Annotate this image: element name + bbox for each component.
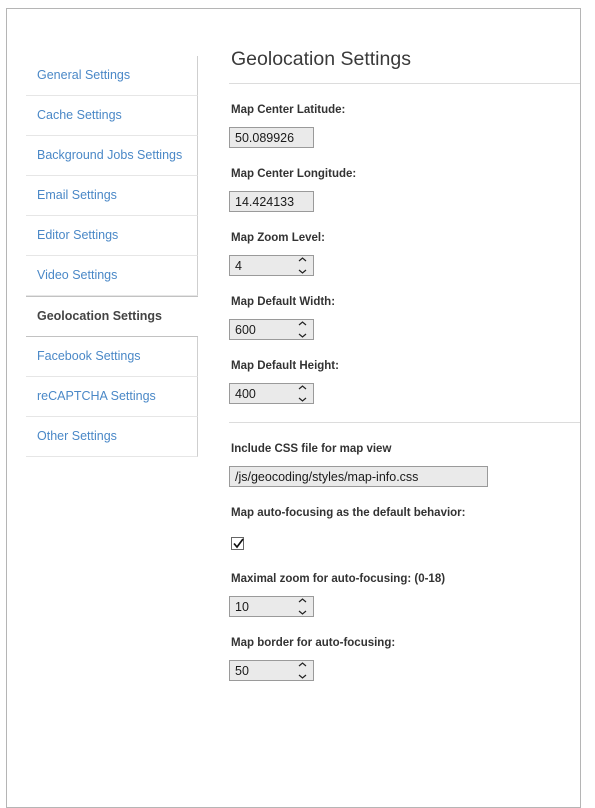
chevron-down-icon [298,397,307,402]
map-default-height-spinner[interactable] [297,385,308,402]
map-auto-focusing-label: Map auto-focusing as the default behavio… [231,507,466,519]
field-maximal-zoom: Maximal zoom for auto-focusing: (0-18) [229,553,580,617]
sidebar-item-video-settings[interactable]: Video Settings [26,256,198,296]
map-border-spinner[interactable] [297,662,308,679]
field-map-zoom-level: Map Zoom Level: [229,212,580,276]
field-map-default-width: Map Default Width: [229,276,580,340]
chevron-up-icon [298,598,307,603]
map-default-width-stepper [229,319,314,340]
map-zoom-level-spinner[interactable] [297,257,308,274]
chevron-down-icon [298,610,307,615]
map-border-stepper [229,660,314,681]
map-center-longitude-input[interactable] [229,191,314,212]
map-center-latitude-input[interactable] [229,127,314,148]
field-map-default-height: Map Default Height: [229,340,580,404]
sidebar-item-other-settings[interactable]: Other Settings [26,417,198,457]
sidebar-item-facebook-settings[interactable]: Facebook Settings [26,337,198,377]
field-map-border: Map border for auto-focusing: [229,617,580,681]
map-default-width-label: Map Default Width: [231,296,336,308]
chevron-down-icon [298,269,307,274]
map-center-latitude-label: Map Center Latitude: [231,104,346,116]
field-map-center-latitude: Map Center Latitude: [229,84,580,148]
include-css-file-label: Include CSS file for map view [231,443,392,455]
chevron-down-icon [298,333,307,338]
settings-nav-list: General Settings Cache Settings Backgrou… [26,56,198,457]
sidebar-item-recaptcha-settings[interactable]: reCAPTCHA Settings [26,377,198,417]
map-auto-focusing-checkbox[interactable] [231,537,244,551]
map-default-height-stepper [229,383,314,404]
map-default-width-spinner[interactable] [297,321,308,338]
chevron-up-icon [298,321,307,326]
field-map-center-longitude: Map Center Longitude: [229,148,580,212]
field-map-auto-focusing: Map auto-focusing as the default behavio… [229,487,580,553]
checkmark-icon [233,538,244,549]
sidebar-item-general-settings[interactable]: General Settings [26,56,198,96]
map-default-height-label: Map Default Height: [231,360,339,372]
map-zoom-level-stepper [229,255,314,276]
maximal-zoom-spinner[interactable] [297,598,308,615]
sidebar-item-geolocation-settings: Geolocation Settings [26,296,198,337]
chevron-up-icon [298,662,307,667]
maximal-zoom-label: Maximal zoom for auto-focusing: (0-18) [231,573,446,585]
settings-form: Geolocation Settings Map Center Latitude… [229,47,580,681]
include-css-file-input[interactable] [229,466,488,487]
field-include-css-file: Include CSS file for map view [229,423,580,487]
sidebar-item-background-jobs-settings[interactable]: Background Jobs Settings [26,136,198,176]
map-border-label: Map border for auto-focusing: [231,637,396,649]
sidebar-item-editor-settings[interactable]: Editor Settings [26,216,198,256]
page-frame: General Settings Cache Settings Backgrou… [6,8,581,808]
chevron-up-icon [298,257,307,262]
sidebar-item-email-settings[interactable]: Email Settings [26,176,198,216]
chevron-up-icon [298,385,307,390]
page-title: Geolocation Settings [231,48,411,70]
sidebar-item-cache-settings[interactable]: Cache Settings [26,96,198,136]
map-center-longitude-label: Map Center Longitude: [231,168,357,180]
map-auto-focusing-checkbox-wrap [229,530,580,553]
maximal-zoom-stepper [229,596,314,617]
map-zoom-level-label: Map Zoom Level: [231,232,325,244]
chevron-down-icon [298,674,307,679]
